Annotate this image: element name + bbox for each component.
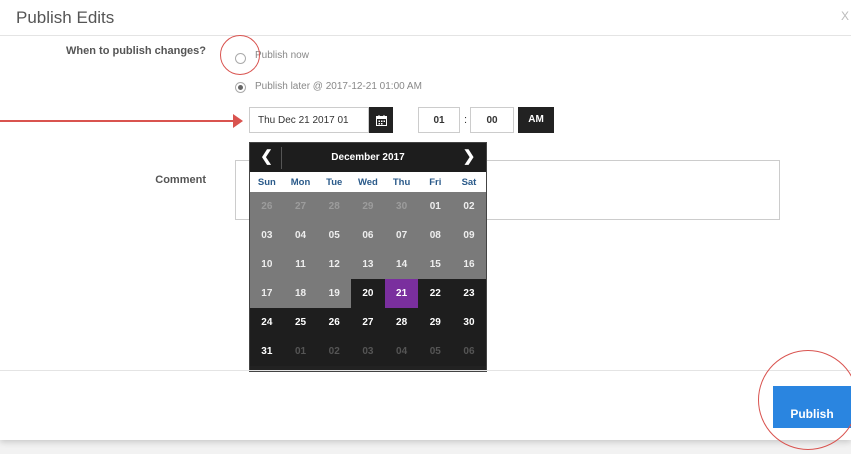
calendar-day[interactable]: 03 bbox=[351, 337, 385, 366]
weekday-label: Fri bbox=[429, 177, 442, 188]
calendar-day[interactable]: 11 bbox=[283, 250, 318, 279]
calendar-day[interactable]: 08 bbox=[418, 221, 453, 250]
annotation-arrow-head-icon bbox=[233, 114, 243, 128]
publish-edits-dialog: Publish Edits X When to publish changes?… bbox=[0, 0, 851, 450]
calendar-day[interactable]: 22 bbox=[418, 279, 453, 308]
hour-input[interactable]: 01 bbox=[418, 107, 460, 133]
weekday-label: Wed bbox=[357, 177, 378, 188]
calendar-day[interactable]: 27 bbox=[283, 192, 318, 221]
calendar-day[interactable]: 23 bbox=[452, 279, 486, 308]
calendar-week-row: 24 25 26 27 28 29 30 bbox=[250, 308, 486, 337]
calendar-month-title: December 2017 bbox=[331, 152, 405, 163]
calendar-day[interactable]: 30 bbox=[452, 308, 486, 337]
calendar-day[interactable]: 02 bbox=[317, 337, 352, 366]
calendar-day[interactable]: 04 bbox=[283, 221, 318, 250]
calendar-day[interactable]: 06 bbox=[452, 337, 486, 366]
datepicker-calendar: ❮ December 2017 ❯ Sun Mon Tue Wed Thu Fri Sat … bbox=[249, 142, 487, 372]
ampm-toggle[interactable]: AM bbox=[518, 107, 554, 133]
calendar-day[interactable]: 14 bbox=[384, 250, 419, 279]
calendar-day-selected[interactable]: 21 bbox=[384, 279, 419, 308]
calendar-week-row: 17 18 19 20 21 22 23 bbox=[250, 279, 486, 308]
publish-now-label[interactable]: Publish now bbox=[255, 50, 309, 61]
calendar-day[interactable]: 13 bbox=[351, 250, 385, 279]
calendar-day[interactable]: 01 bbox=[283, 337, 318, 366]
weekday-label: Mon bbox=[290, 177, 311, 188]
calendar-day[interactable]: 04 bbox=[384, 337, 419, 366]
calendar-day[interactable]: 17 bbox=[250, 279, 284, 308]
calendar-week-row: 26 27 28 29 30 01 02 bbox=[250, 192, 486, 221]
calendar-day[interactable]: 25 bbox=[283, 308, 318, 337]
next-month-icon[interactable]: ❯ bbox=[454, 147, 484, 169]
calendar-day[interactable]: 24 bbox=[250, 308, 284, 337]
annotation-arrow-line bbox=[0, 120, 236, 122]
calendar-week-row: 10 11 12 13 14 15 16 bbox=[250, 250, 486, 279]
calendar-day[interactable]: 28 bbox=[317, 192, 352, 221]
calendar-day[interactable]: 02 bbox=[452, 192, 486, 221]
calendar-icon bbox=[375, 114, 387, 126]
calendar-day[interactable]: 06 bbox=[351, 221, 385, 250]
weekday-header: Sun Mon Tue Wed Thu Fri Sat bbox=[250, 172, 486, 192]
close-icon[interactable]: X bbox=[841, 9, 849, 23]
calendar-day[interactable]: 16 bbox=[452, 250, 486, 279]
calendar-day[interactable]: 03 bbox=[250, 221, 284, 250]
calendar-day[interactable]: 29 bbox=[418, 308, 453, 337]
calendar-week-row: 31 01 02 03 04 05 06 bbox=[250, 337, 486, 366]
calendar-button[interactable] bbox=[369, 107, 393, 133]
publish-later-label[interactable]: Publish later @ 2017-12-21 01:00 AM bbox=[255, 81, 422, 92]
time-separator: : bbox=[464, 114, 468, 126]
weekday-label: Tue bbox=[326, 177, 343, 188]
minute-input[interactable]: 00 bbox=[470, 107, 514, 133]
calendar-day[interactable]: 29 bbox=[351, 192, 385, 221]
calendar-day[interactable]: 05 bbox=[418, 337, 453, 366]
calendar-day[interactable]: 26 bbox=[317, 308, 352, 337]
calendar-day[interactable]: 15 bbox=[418, 250, 453, 279]
calendar-week-row: 03 04 05 06 07 08 09 bbox=[250, 221, 486, 250]
publish-later-radio[interactable] bbox=[235, 82, 246, 93]
annotation-circle-publish bbox=[758, 350, 851, 450]
calendar-day[interactable]: 07 bbox=[384, 221, 419, 250]
calendar-day[interactable]: 31 bbox=[250, 337, 284, 366]
comment-label: Comment bbox=[155, 174, 206, 186]
weekday-label: Sat bbox=[461, 177, 477, 188]
calendar-day[interactable]: 26 bbox=[250, 192, 284, 221]
calendar-day[interactable]: 20 bbox=[351, 279, 385, 308]
annotation-circle-publish-now bbox=[220, 35, 260, 75]
calendar-day[interactable]: 27 bbox=[351, 308, 385, 337]
weekday-label: Sun bbox=[257, 177, 276, 188]
calendar-day[interactable]: 12 bbox=[317, 250, 352, 279]
dialog-header: Publish Edits X bbox=[0, 0, 851, 36]
calendar-day[interactable]: 05 bbox=[317, 221, 352, 250]
calendar-day[interactable]: 19 bbox=[317, 279, 352, 308]
footer-divider bbox=[0, 370, 851, 371]
calendar-day[interactable]: 30 bbox=[384, 192, 419, 221]
calendar-day-grid: 26 27 28 29 30 01 02 03 04 05 06 07 08 09 10 11 12 13 14 15… bbox=[250, 192, 486, 366]
calendar-day[interactable]: 01 bbox=[418, 192, 453, 221]
dialog-title: Publish Edits bbox=[16, 8, 115, 27]
weekday-label: Thu bbox=[392, 177, 411, 188]
calendar-header: ❮ December 2017 ❯ bbox=[250, 143, 486, 172]
when-to-publish-label: When to publish changes? bbox=[66, 45, 206, 57]
calendar-day[interactable]: 09 bbox=[452, 221, 486, 250]
calendar-day[interactable]: 18 bbox=[283, 279, 318, 308]
calendar-day[interactable]: 10 bbox=[250, 250, 284, 279]
date-input[interactable]: Thu Dec 21 2017 01 bbox=[249, 107, 369, 133]
calendar-day[interactable]: 28 bbox=[384, 308, 419, 337]
